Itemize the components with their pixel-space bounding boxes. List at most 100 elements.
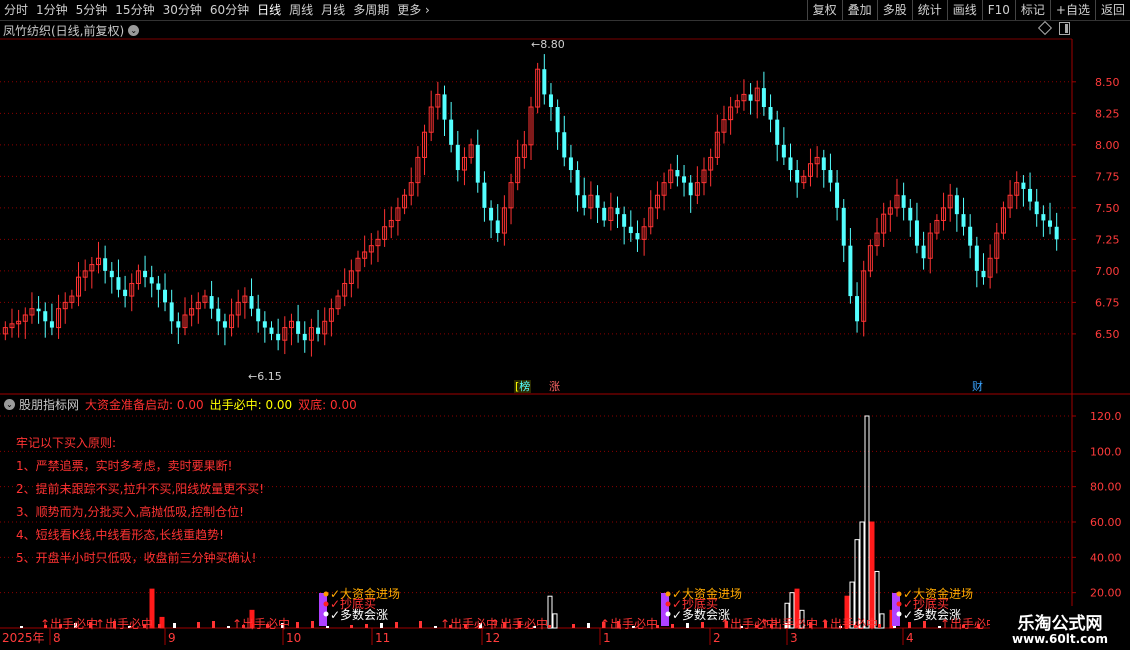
small-bar [671, 624, 674, 628]
signal-shoot: ↑出手必中 [490, 616, 548, 631]
toolbar-button-7[interactable]: +自选 [1049, 0, 1095, 20]
candle-body-down [974, 245, 979, 271]
stock-title: 凤竹纺织(日线,前复权) [3, 23, 125, 38]
candle-body-down [914, 220, 919, 246]
candle-body-down [688, 182, 693, 196]
low-price-label: ←6.15 [248, 370, 282, 383]
indicator-value-1: 大资金准备启动: 0.00 [85, 397, 204, 412]
buy-rules: 牢记以下买入原则: 1、严禁追票，实时多考虑，卖时要果断! 2、提前未跟踪不买,… [16, 432, 264, 570]
candle-body-down [954, 195, 959, 215]
candle-body-down [149, 277, 154, 284]
watermark-title: 乐淘公式网 [1017, 614, 1103, 634]
month-label: 11 [375, 631, 390, 645]
small-bar [227, 626, 230, 628]
signal-dot [896, 591, 902, 597]
toolbar-button-6[interactable]: 标记 [1014, 0, 1050, 20]
candle-body-down [222, 321, 227, 328]
candle-body-down [163, 289, 168, 303]
toolbar-button-2[interactable]: 多股 [876, 0, 912, 20]
signal-shoot: ↑出手必中 [600, 616, 658, 631]
small-bar [197, 622, 200, 628]
high-price-label: ←8.80 [531, 38, 565, 51]
candle-body-down [489, 207, 494, 221]
price-tick-label: 6.50 [1095, 328, 1120, 341]
candle-body-down [262, 321, 267, 328]
marker-bang[interactable]: [榜 [514, 380, 532, 393]
chevron-down-icon[interactable]: ⌄ [4, 398, 15, 410]
month-label: 10 [286, 631, 301, 645]
small-bar [908, 622, 911, 628]
candle-body-down [908, 207, 913, 221]
signal-dot [896, 611, 902, 617]
signal-dot [896, 601, 902, 607]
signal-shoot: ↑出手必中 [95, 616, 153, 631]
month-label: 1 [603, 631, 611, 645]
rule-1: 1、严禁追票，实时多考虑，卖时要果断! [16, 459, 233, 473]
toolbar-button-8[interactable]: 返回 [1094, 0, 1130, 20]
watermark-url: www.60lt.com [1011, 632, 1109, 646]
period-tab-2[interactable]: 5分钟 [72, 0, 112, 20]
small-bar [365, 624, 368, 628]
candle-body-down [1021, 182, 1026, 189]
small-bar [20, 626, 23, 628]
period-tab-1[interactable]: 1分钟 [32, 0, 72, 20]
panel-scroll-icon[interactable] [1059, 22, 1070, 35]
candle-body-down [49, 321, 54, 328]
signal-shoot: ↑出手必中 [40, 616, 98, 631]
period-tab-10[interactable]: 更多 › [393, 0, 434, 20]
period-tab-0[interactable]: 分时 [0, 0, 32, 20]
candle-body-down [555, 107, 560, 133]
toolbar-button-5[interactable]: F10 [981, 0, 1015, 20]
candle-body-down [475, 144, 480, 183]
small-bar [311, 621, 314, 628]
candle-body-down [1028, 188, 1033, 202]
month-label: 2 [713, 631, 721, 645]
candle-body-down [109, 270, 114, 278]
signal-block [892, 593, 900, 626]
indicator-bar [854, 539, 860, 629]
candle-body-down [1041, 214, 1046, 221]
period-tab-9[interactable]: 多周期 [349, 0, 393, 20]
small-bar [212, 621, 215, 628]
marker-zhang[interactable]: 涨 [548, 380, 561, 393]
candle-body-down [269, 327, 274, 334]
candle-body-down [169, 302, 174, 322]
toolbar-button-3[interactable]: 统计 [911, 0, 947, 20]
candle-body-down [981, 270, 986, 278]
stock-title-bar: 凤竹纺织(日线,前复权) ⌄ [0, 21, 140, 39]
candle-body-down [582, 195, 587, 208]
signal-dot [323, 591, 329, 597]
rule-3: 3、顺势而为,分批买入,高抛低吸,控制仓位! [16, 505, 244, 519]
indicator-name: 股朋指标网 [19, 397, 80, 412]
small-bar [434, 626, 437, 628]
toolbar-button-1[interactable]: 叠加 [841, 0, 877, 20]
marker-cai[interactable]: 财 [971, 380, 984, 393]
candle-body-down [675, 170, 680, 177]
signal-shoot: ↑出手必中 [820, 616, 878, 631]
signal-shoot: ↑出手必中 [232, 616, 290, 631]
watermark: 乐淘公式网 www.60lt.com [990, 606, 1130, 650]
period-tab-7[interactable]: 周线 [285, 0, 317, 20]
price-tick-label: 8.50 [1095, 76, 1120, 89]
signal-dot [323, 611, 329, 617]
candle-body-down [635, 233, 640, 240]
toolbar-button-0[interactable]: 复权 [806, 0, 842, 20]
period-tab-4[interactable]: 30分钟 [159, 0, 206, 20]
candle-body-down [855, 296, 860, 322]
period-tab-5[interactable]: 60分钟 [206, 0, 253, 20]
candle-body-down [835, 182, 840, 208]
period-tab-3[interactable]: 15分钟 [111, 0, 158, 20]
indicator-bar [859, 521, 865, 629]
toolbar-button-4[interactable]: 画线 [946, 0, 982, 20]
candle-body-down [1048, 220, 1053, 227]
year-label: 2025年 [2, 631, 45, 645]
period-tab-8[interactable]: 月线 [317, 0, 349, 20]
chevron-down-icon[interactable]: ⌄ [128, 24, 140, 36]
ind-tick-label: 100.0 [1090, 445, 1122, 458]
signal-block [319, 593, 327, 626]
period-tab-6[interactable]: 日线 [253, 0, 285, 20]
candle-body-down [968, 226, 973, 246]
candle-body-down [103, 258, 108, 271]
candle-body-down [548, 94, 553, 108]
small-bar [380, 623, 383, 628]
